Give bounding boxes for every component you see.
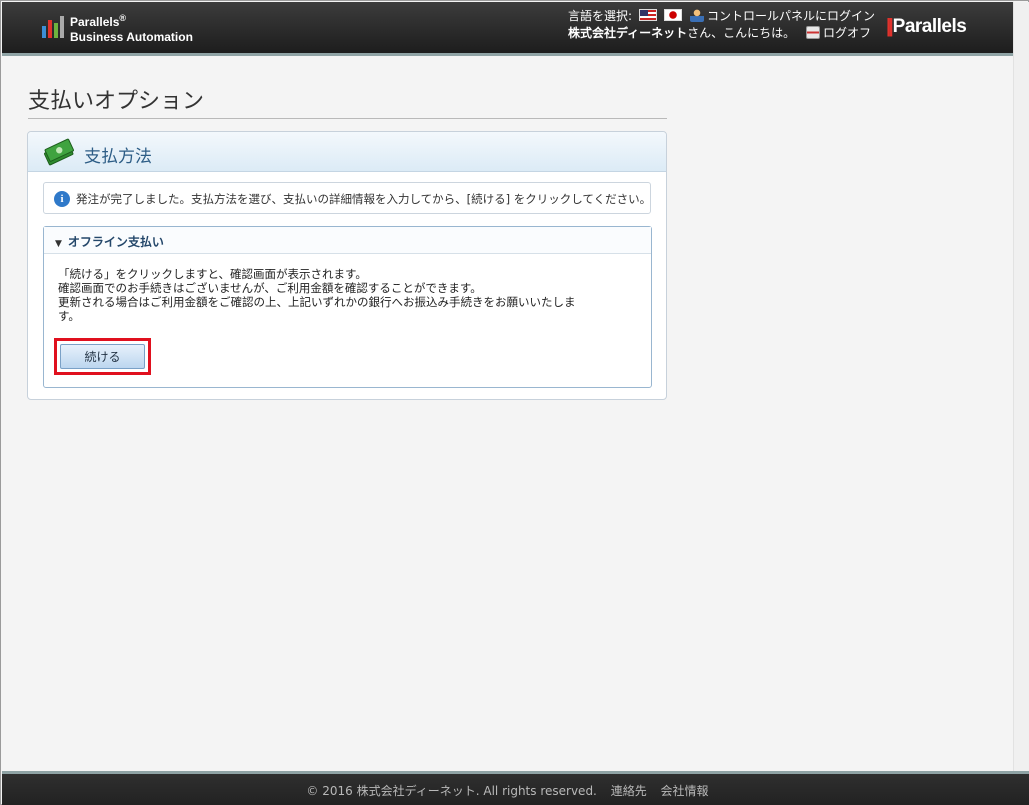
vertical-scrollbar[interactable] xyxy=(1013,2,1029,771)
offline-payment-title[interactable]: ▼ オフライン支払い xyxy=(55,233,164,250)
company-info-link[interactable]: 会社情報 xyxy=(661,784,709,798)
logout-link[interactable]: ログオフ xyxy=(806,25,871,41)
company-name: 株式会社ディーネット xyxy=(568,26,688,40)
footer-text: © 2016 株式会社ディーネット. All rights reserved. … xyxy=(2,782,1013,799)
parallels-bars-icon: || xyxy=(886,16,893,37)
offline-payment-title-label: オフライン支払い xyxy=(67,235,164,249)
jp-flag-icon[interactable] xyxy=(663,9,682,21)
description-line: 更新される場合はご利用金額をご確認の上、上記いずれかの銀行へお振込み手続きをお願… xyxy=(58,295,576,309)
pba-logo-icon xyxy=(42,16,64,38)
footer: © 2016 株式会社ディーネット. All rights reserved. … xyxy=(2,771,1029,805)
brand-registered: ® xyxy=(119,13,127,23)
logout-icon xyxy=(806,26,820,39)
panel-title: 支払方法 xyxy=(84,147,152,167)
payment-method-panel: 支払方法 i 発注が完了しました。支払方法を選び、支払いの詳細情報を入力してから… xyxy=(27,131,667,400)
brand-line2: Business Automation xyxy=(70,30,193,44)
parallels-logo-text: Parallels xyxy=(892,16,967,37)
description-line: 「続ける」をクリックしますと、確認画面が表示されます。 xyxy=(58,267,367,281)
description-line: す。 xyxy=(58,309,80,323)
greeting-line: 株式会社ディーネットさん、こんにちは。 xyxy=(568,25,795,41)
logout-label: ログオフ xyxy=(823,26,872,40)
brand-name: Parallels® Business Automation xyxy=(70,11,193,45)
person-icon xyxy=(690,9,704,22)
contact-link[interactable]: 連絡先 xyxy=(611,784,647,798)
copyright: © 2016 株式会社ディーネット. All rights reserved. xyxy=(306,784,597,798)
brand-line1: Parallels xyxy=(70,15,120,29)
control-panel-login-label: コントロールパネルにログイン xyxy=(707,9,876,23)
offline-payment-section: ▼ オフライン支払い 「続ける」をクリックしますと、確認画面が表示されます。 確認… xyxy=(43,226,652,388)
top-header: Parallels® Business Automation 言語を選択: コン… xyxy=(2,2,1013,56)
description-line: 確認画面でのお手続きはございませんが、ご利用金額を確認することができます。 xyxy=(58,281,482,295)
offline-payment-header[interactable]: ▼ オフライン支払い xyxy=(44,227,651,254)
browser-frame: Parallels® Business Automation 言語を選択: コン… xyxy=(0,0,1029,805)
language-label: 言語を選択: xyxy=(568,9,633,23)
chevron-down-icon: ▼ xyxy=(55,239,62,249)
info-icon: i xyxy=(54,191,70,207)
panel-header: 支払方法 xyxy=(28,132,666,172)
money-icon xyxy=(44,138,74,166)
title-divider xyxy=(28,118,667,119)
continue-button[interactable]: 続ける xyxy=(60,344,145,369)
greeting-text: さん、こんにちは。 xyxy=(687,26,796,40)
language-selector: 言語を選択: xyxy=(568,8,682,24)
control-panel-login-link[interactable]: コントロールパネルにログイン xyxy=(690,8,875,24)
info-message-box: i 発注が完了しました。支払方法を選び、支払いの詳細情報を入力してから、[続ける… xyxy=(43,182,651,214)
continue-highlight: 続ける xyxy=(54,338,151,375)
page-title: 支払いオプション xyxy=(28,89,205,114)
us-flag-icon[interactable] xyxy=(638,9,657,21)
offline-payment-description: 「続ける」をクリックしますと、確認画面が表示されます。 確認画面でのお手続きはご… xyxy=(58,267,628,323)
info-message: 発注が完了しました。支払方法を選び、支払いの詳細情報を入力してから、[続ける] … xyxy=(76,192,652,206)
parallels-logo: || Parallels xyxy=(886,16,967,38)
